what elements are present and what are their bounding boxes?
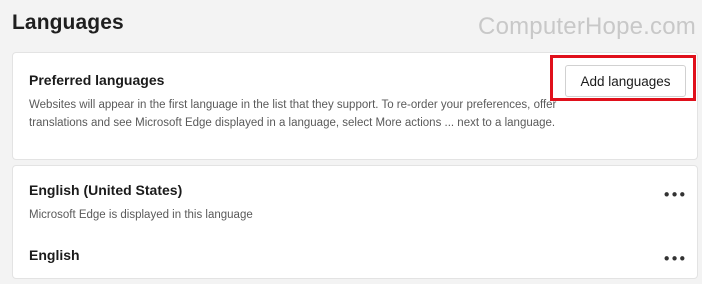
language-item-name: English (United States) [29, 182, 183, 198]
preferred-languages-heading: Preferred languages [29, 72, 165, 88]
languages-settings-page: Languages ComputerHope.com Preferred lan… [0, 0, 702, 284]
preferred-languages-description: Websites will appear in the first langua… [29, 99, 557, 129]
language-item-subtitle: Microsoft Edge is displayed in this lang… [29, 209, 253, 221]
language-list-card: English (United States) Microsoft Edge i… [12, 165, 698, 279]
watermark: ComputerHope.com [478, 13, 696, 40]
more-actions-button[interactable]: ••• [661, 250, 687, 268]
preferred-languages-card: Preferred languages Websites will appear… [12, 52, 698, 160]
page-title: Languages [12, 11, 124, 34]
language-item-name: English [29, 247, 80, 263]
more-actions-button[interactable]: ••• [661, 186, 687, 204]
add-languages-button[interactable]: Add languages [565, 65, 686, 97]
